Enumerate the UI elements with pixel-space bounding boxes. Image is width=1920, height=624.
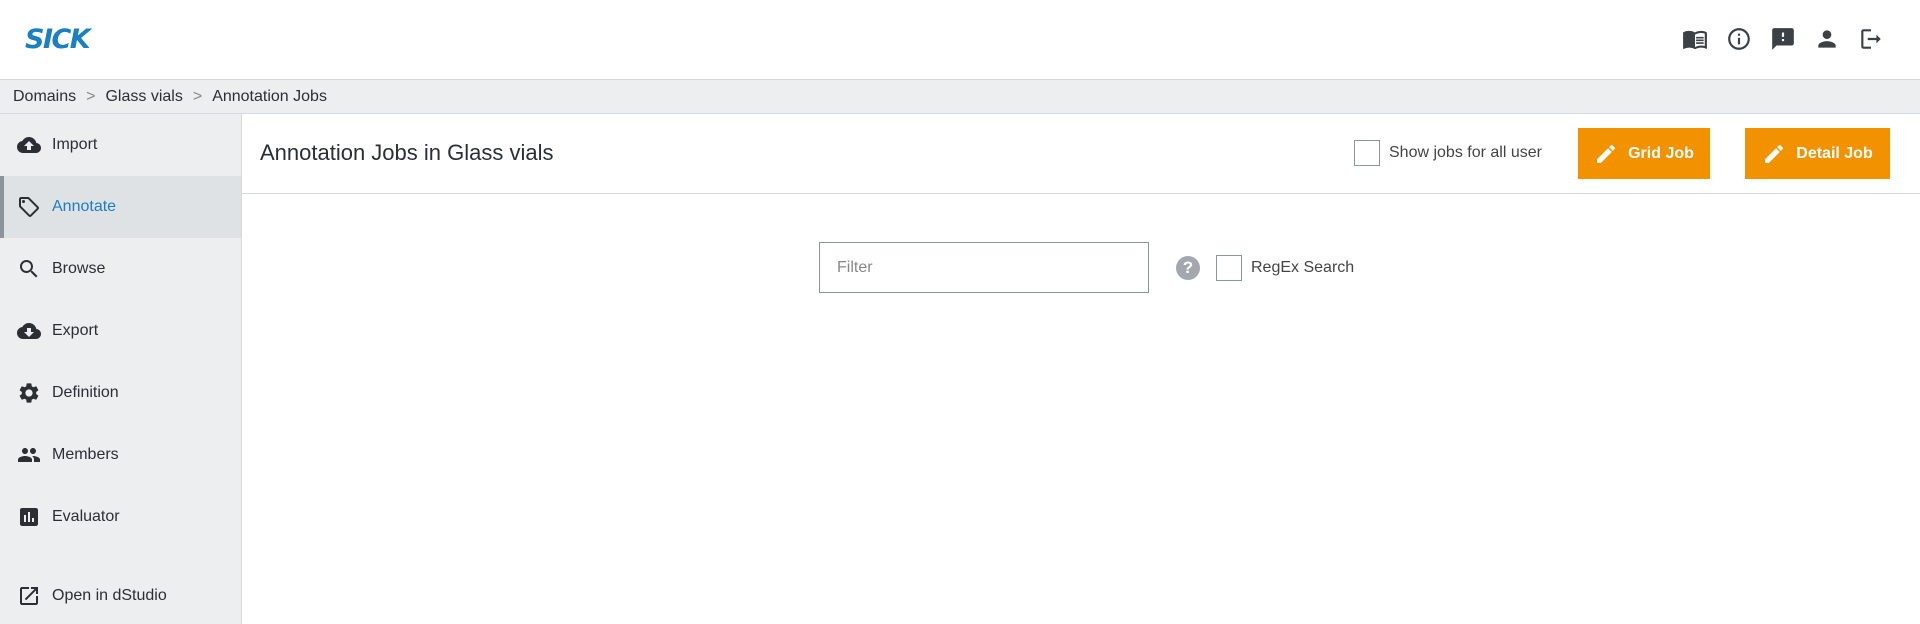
main-header: Annotation Jobs in Glass vials Show jobs… bbox=[242, 114, 1920, 194]
grid-job-label: Grid Job bbox=[1628, 144, 1694, 162]
regex-search-checkbox[interactable] bbox=[1216, 254, 1242, 281]
filter-row: ? RegEx Search bbox=[819, 242, 1354, 293]
main-content: Annotation Jobs in Glass vials Show jobs… bbox=[242, 114, 1920, 624]
sidebar-item-export[interactable]: Export bbox=[0, 300, 241, 362]
gear-icon bbox=[17, 381, 41, 405]
open-external-icon bbox=[17, 584, 41, 608]
pencil-icon bbox=[1765, 144, 1784, 163]
logout-icon[interactable] bbox=[1858, 26, 1884, 52]
breadcrumb: Domains > Glass vials > Annotation Jobs bbox=[0, 80, 1920, 114]
sidebar-item-definition[interactable]: Definition bbox=[0, 362, 241, 424]
tag-icon bbox=[17, 195, 41, 219]
breadcrumb-annotation-jobs: Annotation Jobs bbox=[212, 87, 327, 105]
sidebar-item-browse[interactable]: Browse bbox=[0, 238, 241, 300]
sick-logo[interactable]: SICK bbox=[25, 24, 91, 55]
sidebar: Import Annotate Browse Export Definition… bbox=[0, 114, 242, 624]
sidebar-item-annotate[interactable]: Annotate bbox=[0, 176, 241, 238]
show-all-users-toggle: Show jobs for all user bbox=[1354, 140, 1542, 166]
breadcrumb-separator: > bbox=[192, 87, 203, 105]
cloud-download-icon bbox=[17, 319, 41, 343]
detail-job-label: Detail Job bbox=[1796, 144, 1873, 162]
bar-chart-icon bbox=[17, 505, 41, 529]
sidebar-item-label: Members bbox=[52, 446, 119, 463]
search-icon bbox=[17, 257, 41, 281]
grid-job-button[interactable]: Grid Job bbox=[1578, 128, 1710, 179]
pencil-icon bbox=[1597, 144, 1616, 163]
breadcrumb-domains[interactable]: Domains bbox=[13, 88, 76, 106]
sidebar-item-label: Import bbox=[52, 136, 98, 153]
breadcrumb-separator: > bbox=[86, 87, 96, 105]
sidebar-item-label: Export bbox=[52, 322, 99, 339]
cloud-upload-icon bbox=[17, 133, 41, 157]
show-all-users-checkbox[interactable] bbox=[1354, 140, 1380, 166]
regex-search-toggle: RegEx Search bbox=[1216, 254, 1354, 281]
sidebar-item-label: Evaluator bbox=[52, 508, 120, 525]
breadcrumb-glass-vials[interactable]: Glass vials bbox=[105, 88, 182, 106]
sidebar-item-evaluator[interactable]: Evaluator bbox=[0, 486, 241, 548]
manual-icon[interactable] bbox=[1682, 26, 1708, 52]
filter-input[interactable] bbox=[819, 242, 1149, 293]
sidebar-item-import[interactable]: Import bbox=[0, 114, 241, 176]
sidebar-item-label: Definition bbox=[52, 384, 119, 401]
info-icon[interactable] bbox=[1726, 26, 1752, 52]
help-icon[interactable]: ? bbox=[1176, 255, 1200, 280]
page-title: Annotation Jobs in Glass vials bbox=[260, 140, 554, 165]
people-icon bbox=[17, 443, 41, 467]
sidebar-item-label: Annotate bbox=[52, 198, 117, 215]
detail-job-button[interactable]: Detail Job bbox=[1745, 128, 1890, 179]
top-bar: SICK bbox=[0, 0, 1920, 80]
regex-search-label[interactable]: RegEx Search bbox=[1251, 259, 1354, 277]
sidebar-item-open-in-dstudio[interactable]: Open in dStudio bbox=[0, 565, 241, 624]
sidebar-item-label: Open in dStudio bbox=[52, 587, 167, 604]
feedback-icon[interactable] bbox=[1770, 26, 1796, 52]
show-all-users-label[interactable]: Show jobs for all user bbox=[1389, 144, 1542, 162]
header-actions bbox=[1682, 26, 1884, 52]
sidebar-item-members[interactable]: Members bbox=[0, 424, 241, 486]
sidebar-item-label: Browse bbox=[52, 260, 106, 277]
user-icon[interactable] bbox=[1814, 26, 1840, 52]
